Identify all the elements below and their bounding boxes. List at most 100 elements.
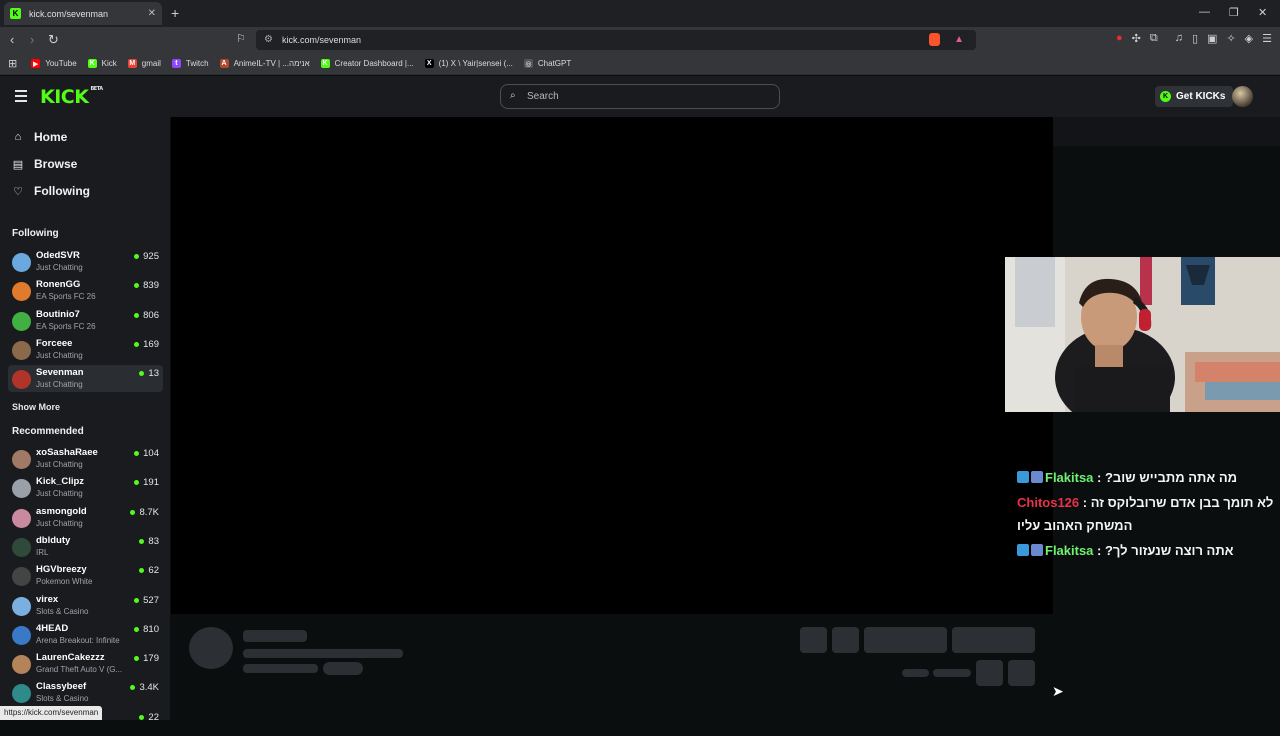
nav-home[interactable]: ⌂ Home (12, 130, 68, 144)
chat-username[interactable]: Chitos126 (1017, 495, 1079, 510)
ai-icon[interactable]: ✧ (1226, 32, 1235, 45)
recommended-heading: Recommended (12, 426, 84, 437)
address-bar[interactable]: ⚙ kick.com/sevenman ▲ (256, 30, 976, 50)
wallet-icon[interactable]: ▣ (1207, 32, 1217, 45)
viewer-count: 191 (134, 477, 159, 488)
kick-logo[interactable]: KICK BETA (40, 86, 103, 108)
channel-item[interactable]: LaurenCakezzz Grand Theft Auto V (G... 179 (8, 650, 163, 677)
viewer-count-value: 925 (143, 251, 159, 262)
chat-message: Flakitsa : אתה רוצה שנעזור לך? (1017, 539, 1279, 562)
chat-username[interactable]: Flakitsa (1045, 543, 1093, 558)
viewer-count: 104 (134, 448, 159, 459)
bookmark-item[interactable]: Mgmail (127, 59, 161, 68)
forward-icon[interactable]: › (30, 32, 34, 47)
music-icon[interactable]: ♫ (1175, 32, 1183, 45)
menu-icon[interactable]: ☰ (1262, 32, 1272, 45)
streamer-webcam-image (1005, 257, 1280, 412)
extension-icons: ● ✣ ⧉ ♫ ▯ ▣ ✧ ◈ ☰ (1116, 32, 1272, 45)
channel-avatar (12, 340, 31, 360)
channel-item[interactable]: virex Slots & Casino 527 (8, 592, 163, 619)
bookmark-item[interactable]: ▶ YouTube (31, 59, 77, 68)
tab-close-icon[interactable]: ✕ (148, 8, 156, 19)
skeleton-button (976, 660, 1003, 686)
channel-item[interactable]: RonenGG EA Sports FC 26 839 (8, 277, 163, 304)
channel-item[interactable]: HGVbreezy Pokemon White 62 (8, 562, 163, 589)
viewer-count-value: 527 (143, 594, 159, 606)
chat-badge-icon (1031, 544, 1043, 556)
channel-avatar (12, 537, 31, 557)
bookmark-label: Kick (101, 59, 117, 68)
new-tab-button[interactable]: + (171, 5, 179, 21)
puzzle-icon[interactable]: ✣ (1132, 32, 1141, 45)
viewer-count-value: 169 (143, 338, 159, 350)
hamburger-menu-icon[interactable] (15, 90, 27, 105)
chat-separator: : (1093, 543, 1105, 558)
video-player[interactable] (171, 117, 1053, 614)
home-icon: ⌂ (14, 131, 22, 143)
channel-avatar (12, 596, 31, 616)
channel-item[interactable]: Sevenman Just Chatting 13 (8, 365, 163, 393)
channel-name: LaurenCakezzz (36, 652, 105, 664)
apps-grid-icon[interactable]: ⊞ (8, 57, 17, 70)
live-dot-icon (134, 341, 140, 347)
bookmark-item[interactable]: X (1) X \ Yair|sensei (... (424, 59, 513, 68)
channel-item[interactable]: Forceee Just Chatting 169 (8, 336, 163, 363)
channel-avatar (12, 508, 31, 528)
skeleton-bar (902, 669, 929, 677)
channel-item[interactable]: xoSashaRaee Just Chatting 104 (8, 445, 163, 472)
site-settings-icon[interactable]: ⚙ (264, 34, 273, 45)
bookmark-item[interactable]: t Twitch (171, 59, 209, 68)
live-dot-icon (134, 312, 140, 318)
bookmark-icon[interactable]: ⚐ (236, 32, 246, 45)
browse-icon: ▤ (12, 158, 24, 171)
restore-icon[interactable]: ❐ (1229, 6, 1239, 19)
channel-item[interactable]: Classybeef Slots & Casino 3.4K (8, 679, 163, 706)
nav-following[interactable]: ♡ Following (12, 184, 90, 198)
chat-username[interactable]: Flakitsa (1045, 470, 1093, 485)
brave-shield-icon[interactable] (929, 33, 940, 46)
bookmark-favicon-icon: K (320, 59, 330, 68)
search-input[interactable]: ⌕ Search (500, 84, 780, 109)
channel-avatar (12, 684, 31, 704)
record-icon[interactable]: ● (1116, 32, 1123, 45)
address-text: kick.com/sevenman (282, 35, 362, 45)
bookmark-item[interactable]: ◎ ChatGPT (523, 59, 571, 68)
back-icon[interactable]: ‹ (10, 32, 14, 47)
channel-item[interactable]: Boutinio7 EA Sports FC 26 806 (8, 307, 163, 334)
vpn-icon[interactable]: ◈ (1245, 32, 1253, 45)
channel-category: Just Chatting (36, 350, 83, 360)
chat-separator: : (1079, 495, 1091, 510)
viewer-count: 8.7K (130, 507, 159, 518)
bookmark-label: (1) X \ Yair|sensei (... (438, 59, 513, 68)
brave-rewards-icon[interactable]: ▲ (954, 34, 964, 45)
webcam-overlay (1005, 257, 1280, 412)
skeleton-bar (323, 662, 363, 675)
get-kicks-button[interactable]: K Get KICKs (1155, 86, 1234, 107)
show-more-button[interactable]: Show More (12, 402, 60, 412)
channel-category: Just Chatting (36, 380, 83, 390)
bookmark-item[interactable]: A AnimeIL-TV | ...אנימה (219, 59, 310, 68)
minimize-icon[interactable]: — (1199, 6, 1210, 18)
channel-name: Sevenman (36, 367, 84, 379)
viewer-count-value: 810 (143, 623, 159, 635)
reload-icon[interactable]: ↻ (48, 32, 59, 48)
viewer-count: 806 (134, 310, 159, 321)
bookmark-item[interactable]: K Creator Dashboard |... (320, 59, 414, 68)
channel-item[interactable]: asmongold Just Chatting 8.7K (8, 504, 163, 531)
live-dot-icon (139, 714, 145, 720)
sidebar-icon[interactable]: ▯ (1192, 32, 1198, 45)
browser-tab[interactable]: K kick.com/sevenman ✕ (4, 2, 162, 25)
bookmark-item[interactable]: K Kick (87, 59, 117, 68)
screenshot-icon[interactable]: ⧉ (1150, 32, 1158, 45)
user-avatar[interactable] (1232, 86, 1253, 107)
channel-item[interactable]: Kick_Clipz Just Chatting 191 (8, 474, 163, 501)
mouse-cursor-icon: ➤ (1052, 683, 1064, 699)
channel-item[interactable]: dblduty IRL 83 (8, 533, 163, 560)
kicks-coin-icon: K (1160, 91, 1171, 102)
channel-item[interactable]: 4HEAD Arena Breakout: Infinite 810 (8, 621, 163, 648)
viewer-count-value: 104 (143, 448, 159, 459)
sidebar: ⌂ Home ▤ Browse ♡ Following Following OdedSVR… (0, 117, 170, 723)
window-close-icon[interactable]: ✕ (1258, 6, 1267, 19)
channel-item[interactable]: OdedSVR Just Chatting 925 (8, 248, 163, 275)
nav-browse[interactable]: ▤ Browse (12, 157, 78, 171)
